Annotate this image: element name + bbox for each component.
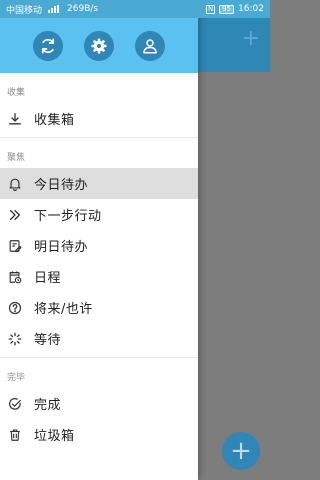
carrier-name: 中国移动 (6, 5, 43, 16)
menu-item-someday[interactable]: 将来/也许 (0, 292, 198, 323)
menu-item-schedule[interactable]: 日程 (0, 261, 198, 292)
menu-item-trash[interactable]: 垃圾箱 (0, 419, 198, 450)
signal-icon (48, 5, 60, 13)
navigation-drawer: 收集 收集箱 聚焦 今日待办 下一步行动 明日待办 日程 将来/也许 等待 完毕… (0, 0, 198, 480)
network-speed: 269B/s (67, 4, 99, 14)
menu-item-label: 垃圾箱 (34, 429, 75, 444)
fab-add-button[interactable]: + (222, 432, 260, 470)
clock: 16:02 (238, 4, 264, 14)
menu-item-today[interactable]: 今日待办 (0, 168, 198, 199)
battery-icon: 95 (219, 4, 235, 14)
section-label-collect: 收集 (7, 88, 26, 98)
nfc-icon: N (206, 4, 216, 14)
trash-icon (10, 428, 20, 441)
drawer-header (0, 18, 198, 73)
bell-icon (9, 178, 21, 191)
drawer-menu: 收集 收集箱 聚焦 今日待办 下一步行动 明日待办 日程 将来/也许 等待 完毕… (0, 73, 198, 450)
section-label-focus: 聚焦 (7, 153, 26, 163)
menu-item-label: 完成 (34, 398, 62, 413)
loading-icon (8, 332, 22, 345)
calendar-edit-icon (9, 239, 22, 252)
menu-item-next-action[interactable]: 下一步行动 (0, 199, 198, 230)
sync-button[interactable] (33, 30, 63, 61)
status-bar: 中国移动 269B/s N 95 16:02 (0, 0, 270, 18)
sync-icon (41, 37, 55, 54)
schedule-icon (9, 270, 22, 283)
add-icon[interactable]: + (242, 28, 260, 50)
settings-button[interactable] (84, 30, 114, 61)
menu-item-label: 今日待办 (34, 178, 89, 193)
account-button[interactable] (135, 30, 165, 61)
gear-icon (91, 38, 107, 53)
menu-item-label: 将来/也许 (34, 302, 93, 317)
menu-item-label: 收集箱 (34, 113, 75, 128)
question-icon (8, 301, 22, 314)
section-label-done: 完毕 (7, 373, 26, 383)
menu-item-waiting[interactable]: 等待 (0, 323, 198, 354)
menu-item-label: 明日待办 (34, 240, 89, 255)
menu-item-inbox[interactable]: 收集箱 (0, 103, 198, 134)
menu-item-label: 下一步行动 (34, 209, 102, 224)
menu-item-label: 等待 (34, 333, 62, 348)
menu-item-label: 日程 (34, 271, 62, 286)
double-chevron-right-icon (9, 209, 21, 220)
check-circle-icon (9, 397, 21, 410)
menu-item-tomorrow[interactable]: 明日待办 (0, 230, 198, 261)
download-icon (9, 112, 21, 124)
menu-item-completed[interactable]: 完成 (0, 388, 198, 419)
user-icon (143, 38, 157, 53)
